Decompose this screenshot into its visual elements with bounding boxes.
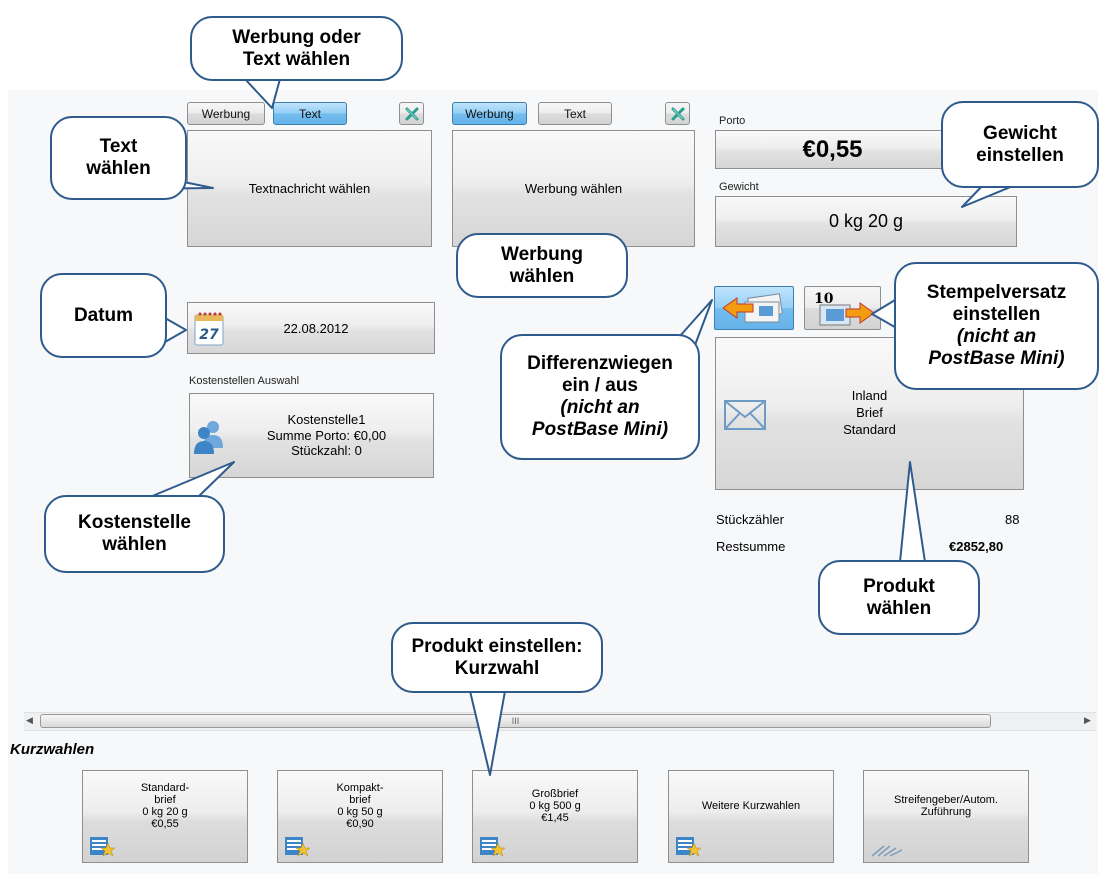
callout-stempelversatz: Stempelversatz einstellen (nicht an PostBas… [894, 262, 1099, 390]
callout-differenzwiegen: Differenzwiegen ein / aus (nicht an PostBas… [500, 334, 700, 460]
callout-produkt-einstellen: Produkt einstellen: Kurzwahl [391, 622, 603, 693]
callout-werbung-oder-text: Werbung oder Text wählen [190, 16, 403, 81]
callout-datum: Datum [40, 273, 167, 358]
callout-produkt-waehlen: Produkt wählen [818, 560, 980, 635]
callout-gewicht-einstellen: Gewicht einstellen [941, 101, 1099, 188]
callout-werbung-waehlen: Werbung wählen [456, 233, 628, 298]
callout-kostenstelle: Kostenstelle wählen [44, 495, 225, 573]
callout-text-waehlen: Text wählen [50, 116, 187, 200]
